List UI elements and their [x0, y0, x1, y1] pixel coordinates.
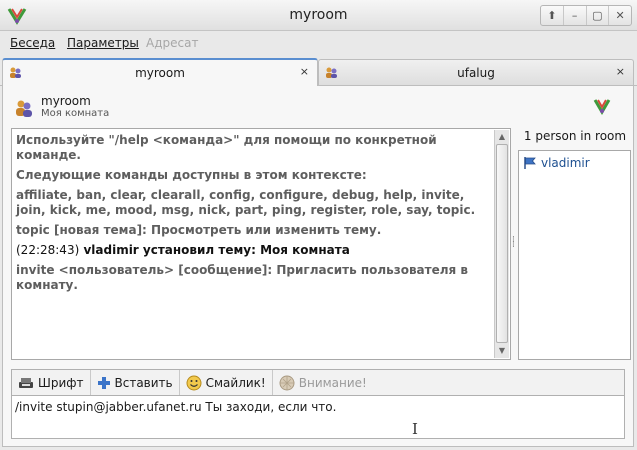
roster-count: 1 person in room	[523, 129, 627, 143]
tab-ufalug[interactable]: ufalug ×	[318, 59, 634, 85]
scroll-down-icon[interactable]: ▼	[495, 344, 509, 358]
chat-scrollbar[interactable]: ▲ ▼	[494, 130, 509, 358]
close-window-button[interactable]: ✕	[609, 6, 631, 25]
tab-close-icon[interactable]: ×	[616, 65, 625, 78]
menu-options[interactable]: Параметры	[67, 36, 139, 50]
smiley-icon	[186, 375, 202, 390]
menu-send-to-label: Адресат	[146, 36, 199, 50]
tab-myroom-label: myroom	[135, 66, 185, 80]
font-icon	[19, 377, 33, 388]
menu-conversation-label: Беседа	[10, 36, 56, 50]
menu-bar: Беседа Параметры Адресат	[0, 32, 637, 54]
format-toolbar: Шрифт Вставить Смайлик! Внимание!	[11, 369, 625, 396]
roster-list[interactable]: vladimir	[518, 150, 631, 360]
log-line: Используйте "/help <команда>" для помощи…	[16, 133, 437, 162]
attention-button[interactable]: Внимание!	[273, 370, 373, 395]
scroll-up-icon[interactable]: ▲	[495, 130, 509, 144]
log-line-topic-change: (22:28:43) vladimir установил тему: Моя …	[16, 243, 490, 258]
maximize-button[interactable]: ▢	[587, 6, 610, 25]
smiley-button-label: Смайлик!	[205, 375, 266, 390]
log-line: affiliate, ban, clear, clearall, config,…	[16, 188, 476, 217]
font-button-label: Шрифт	[38, 375, 84, 390]
pane-resize-handle[interactable]: ⁞ ⁞	[512, 236, 516, 252]
roster-member-name: vladimir	[541, 156, 590, 170]
tab-ufalug-label: ufalug	[457, 66, 495, 80]
keep-above-button[interactable]: ⬆	[541, 6, 564, 25]
window-controls: ⬆ – ▢ ✕	[540, 5, 632, 26]
flag-icon	[524, 157, 536, 169]
log-message: vladimir установил тему: Моя комната	[83, 243, 350, 257]
log-line: invite <пользователь> [сообщение]: Пригл…	[16, 263, 469, 292]
tab-myroom[interactable]: myroom ×	[2, 58, 318, 86]
roster-member-vladimir[interactable]: vladimir	[523, 155, 590, 171]
attention-button-label: Внимание!	[298, 375, 367, 390]
log-messages: Используйте "/help <команда>" для помощи…	[16, 133, 490, 298]
group-chat-icon	[16, 100, 32, 117]
insert-button[interactable]: Вставить	[91, 370, 180, 395]
log-line: Следующие команды доступны в этом контек…	[16, 168, 367, 182]
scroll-thumb[interactable]	[496, 144, 508, 343]
title-bar: myroom ⬆ – ▢ ✕	[0, 0, 637, 31]
tab-bar: myroom × ufalug ×	[0, 56, 637, 86]
text-cursor-icon: I	[412, 420, 418, 438]
room-subject: Моя комната	[41, 108, 110, 119]
room-name: myroom	[41, 94, 91, 108]
log-line: topic [новая тема]: Просмотреть или изме…	[16, 223, 382, 237]
font-button[interactable]: Шрифт	[12, 370, 91, 395]
log-timestamp: (22:28:43)	[16, 243, 80, 257]
message-input-text: /invite stupin@jabber.ufanet.ru Ты заход…	[15, 400, 337, 414]
menu-conversation[interactable]: Беседа	[10, 36, 55, 50]
chat-log[interactable]: Используйте "/help <команда>" для помощи…	[11, 128, 511, 360]
tab-close-icon[interactable]: ×	[300, 65, 309, 78]
minimize-button[interactable]: –	[564, 6, 587, 25]
plus-icon	[97, 376, 110, 389]
menu-send-to[interactable]: Адресат	[146, 36, 198, 50]
pidgin-logo-icon	[593, 99, 611, 115]
message-input[interactable]: /invite stupin@jabber.ufanet.ru Ты заход…	[11, 396, 625, 439]
attention-icon	[279, 375, 295, 390]
smiley-button[interactable]: Смайлик!	[180, 370, 273, 395]
menu-options-label: Параметры	[67, 36, 139, 50]
insert-button-label: Вставить	[114, 375, 173, 390]
